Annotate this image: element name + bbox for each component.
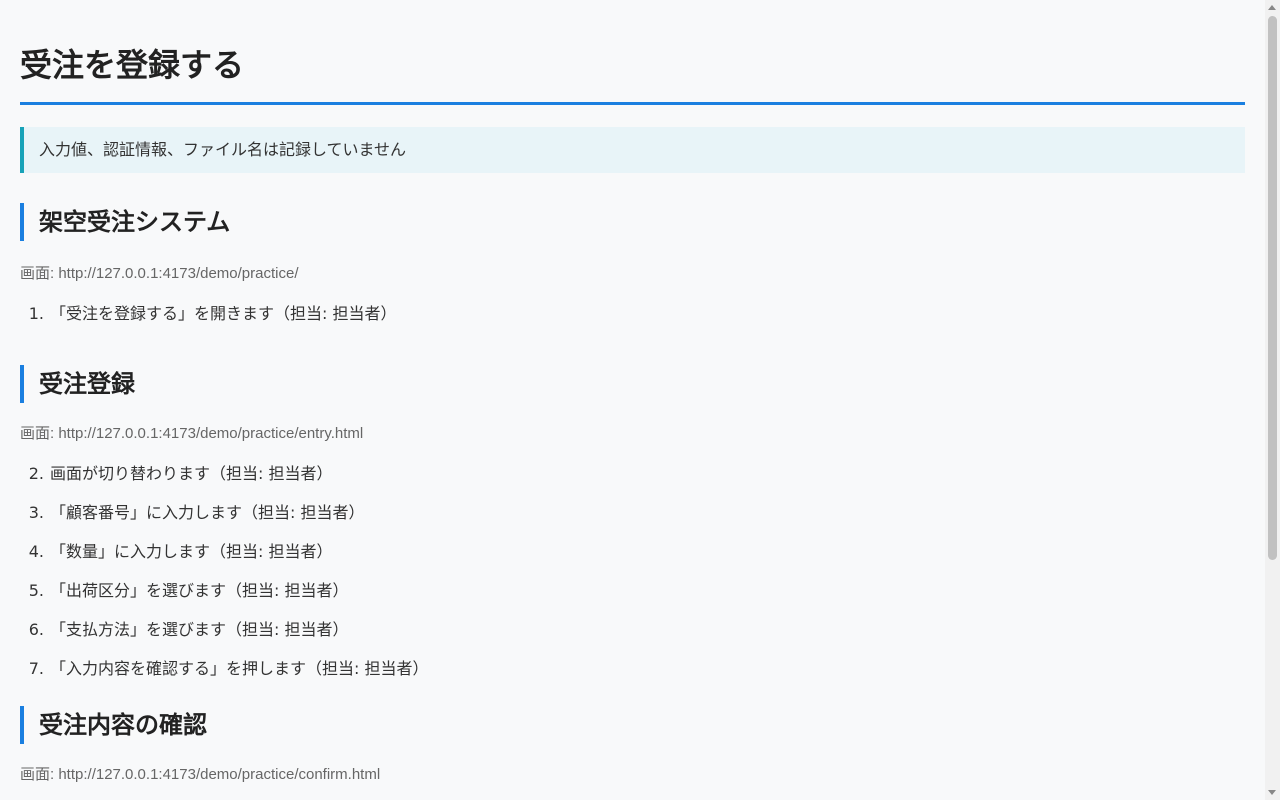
step-number: 7. (28, 659, 44, 678)
step-text: 「受注を登録する」を開きます（担当: 担当者） (50, 304, 397, 323)
step-text: 画面が切り替わります（担当: 担当者） (50, 464, 333, 483)
step-number: 2. (28, 464, 44, 483)
screen-url: 画面: http://127.0.0.1:4173/demo/practice/… (20, 425, 364, 442)
vertical-scrollbar[interactable] (1265, 0, 1280, 800)
step-list: 1. 「受注を登録する」を開きます（担当: 担当者） (20, 304, 1245, 343)
scrollbar-thumb[interactable] (1268, 16, 1277, 560)
section-heading-entry: 受注登録 (20, 365, 1245, 403)
step-text: 「入力内容を確認する」を押します（担当: 担当者） (50, 659, 429, 678)
step-text: 「支払方法」を選びます（担当: 担当者） (50, 620, 349, 639)
step-list: 2. 画面が切り替わります（担当: 担当者） 3. 「顧客番号」に入力します（担… (20, 464, 1245, 698)
step-number: 5. (28, 581, 44, 600)
step-number: 1. (28, 304, 44, 323)
step-number: 4. (28, 542, 44, 561)
scroll-down-arrow-icon[interactable] (1268, 790, 1276, 795)
step-item: 1. 「受注を登録する」を開きます（担当: 担当者） (20, 304, 1245, 343)
step-number: 3. (28, 503, 44, 522)
page-title: 受注を登録する (20, 0, 1245, 105)
screen-url: 画面: http://127.0.0.1:4173/demo/practice/… (20, 766, 381, 783)
section-heading-system: 架空受注システム (20, 203, 1245, 241)
step-item: 3. 「顧客番号」に入力します（担当: 担当者） (20, 503, 1245, 542)
privacy-notice: 入力値、認証情報、ファイル名は記録していません (20, 127, 1245, 173)
procedure-document: 受注を登録する 入力値、認証情報、ファイル名は記録していません 架空受注システム… (20, 0, 1245, 786)
step-item: 7. 「入力内容を確認する」を押します（担当: 担当者） (20, 659, 1245, 698)
step-item: 6. 「支払方法」を選びます（担当: 担当者） (20, 620, 1245, 659)
step-number: 6. (28, 620, 44, 639)
step-text: 「顧客番号」に入力します（担当: 担当者） (50, 503, 365, 522)
step-text: 「出荷区分」を選びます（担当: 担当者） (50, 581, 349, 600)
section-heading-confirm: 受注内容の確認 (20, 706, 1245, 744)
step-text: 「数量」に入力します（担当: 担当者） (50, 542, 333, 561)
step-item: 5. 「出荷区分」を選びます（担当: 担当者） (20, 581, 1245, 620)
scroll-up-arrow-icon[interactable] (1268, 5, 1276, 10)
screen-url: 画面: http://127.0.0.1:4173/demo/practice/ (20, 265, 299, 282)
step-item: 4. 「数量」に入力します（担当: 担当者） (20, 542, 1245, 581)
step-item: 2. 画面が切り替わります（担当: 担当者） (20, 464, 1245, 503)
